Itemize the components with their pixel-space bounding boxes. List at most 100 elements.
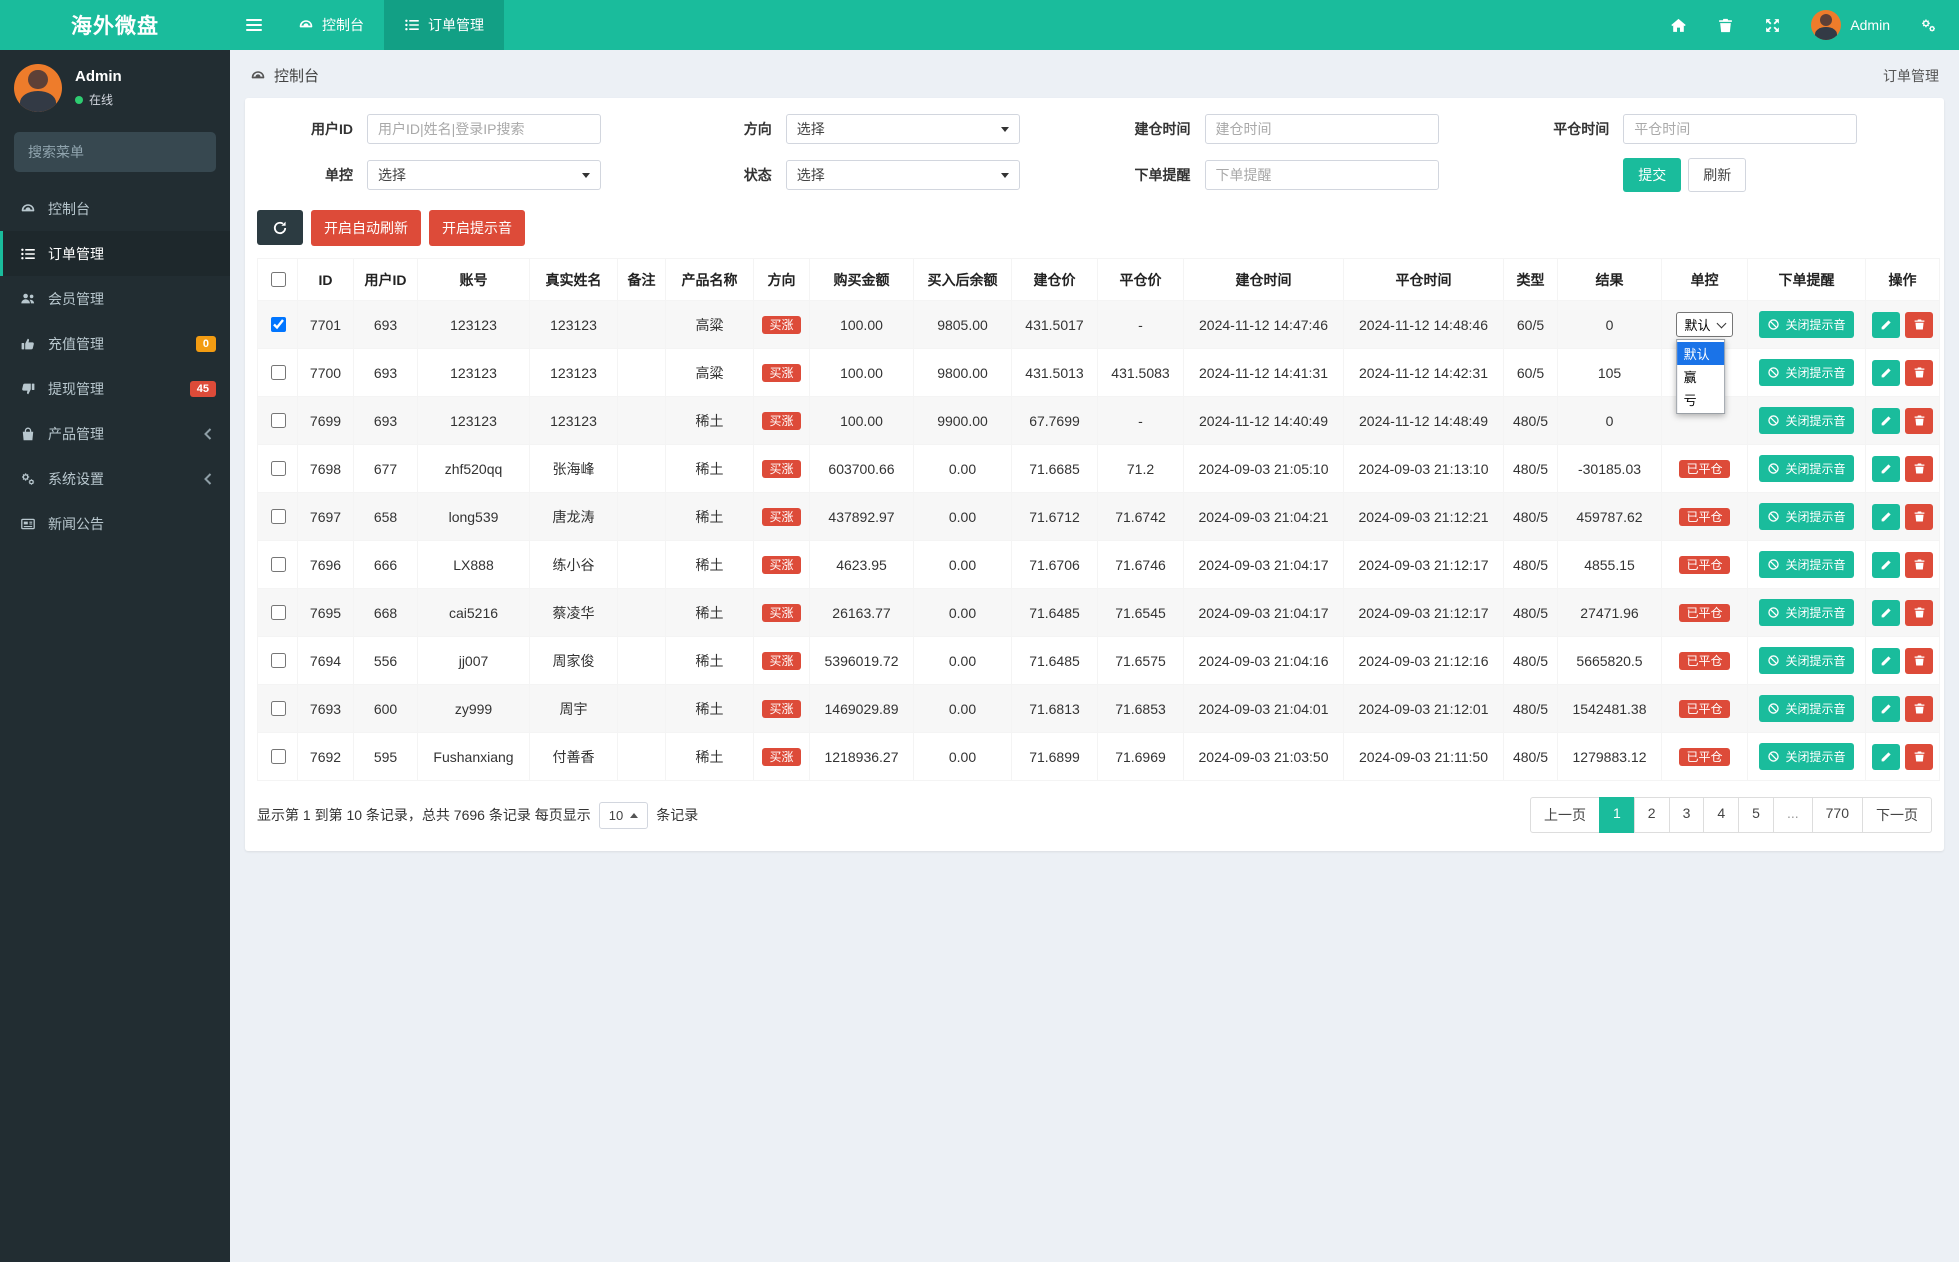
records-summary-suffix: 条记录	[656, 807, 699, 823]
dropdown-option[interactable]: 亏	[1678, 388, 1724, 411]
delete-button[interactable]	[1905, 503, 1933, 530]
tab-dashboard[interactable]: 控制台	[278, 0, 384, 50]
cell-balance: 9805.00	[913, 300, 1012, 349]
settings-gears-icon[interactable]	[1920, 17, 1937, 34]
cell-account: cai5216	[417, 588, 530, 637]
delete-button[interactable]	[1905, 599, 1933, 626]
row-checkbox[interactable]	[270, 317, 286, 332]
sidebar-menu: 控制台 订单管理 会员管理 充值管理 0 提现管理 45 产品管理 系统设置 新闻公告	[0, 186, 230, 546]
user-menu[interactable]: Admin	[1811, 10, 1890, 40]
cell-real-name: 123123	[529, 396, 618, 445]
pagination-next[interactable]: 下一页	[1862, 797, 1932, 833]
row-checkbox[interactable]	[270, 365, 286, 380]
edit-button[interactable]	[1872, 743, 1900, 770]
user-id-label: 用户ID	[311, 121, 353, 137]
auto-refresh-button[interactable]: 开启自动刷新	[311, 210, 421, 246]
edit-button[interactable]	[1872, 455, 1900, 482]
per-page-select[interactable]: 10	[598, 801, 649, 829]
sidebar-item-6[interactable]: 系统设置	[0, 456, 230, 501]
row-checkbox[interactable]	[270, 557, 286, 572]
close-sound-button[interactable]: 关闭提示音	[1759, 599, 1854, 626]
pagination-page-4[interactable]: 4	[1703, 797, 1740, 833]
open-time-input[interactable]	[1204, 114, 1439, 144]
pagination-prev[interactable]: 上一页	[1529, 797, 1600, 833]
close-sound-button[interactable]: 关闭提示音	[1759, 743, 1854, 770]
close-sound-button[interactable]: 关闭提示音	[1759, 695, 1854, 722]
sidebar-toggle-icon[interactable]	[230, 0, 278, 50]
delete-button[interactable]	[1905, 647, 1933, 674]
row-control-select[interactable]: 默认	[1676, 312, 1733, 337]
sound-toggle-button[interactable]: 开启提示音	[429, 210, 525, 246]
pagination-page-770[interactable]: 770	[1811, 797, 1863, 833]
trash-icon[interactable]	[1717, 17, 1734, 34]
sidebar-item-2[interactable]: 会员管理	[0, 276, 230, 321]
edit-button[interactable]	[1872, 551, 1900, 578]
close-sound-button[interactable]: 关闭提示音	[1759, 647, 1854, 674]
sidebar-item-1[interactable]: 订单管理	[0, 231, 230, 276]
pagination-page-2[interactable]: 2	[1633, 797, 1670, 833]
cell-product: 稀土	[665, 492, 754, 541]
order-notice-input[interactable]	[1204, 160, 1439, 190]
close-time-input[interactable]	[1623, 114, 1858, 144]
row-checkbox[interactable]	[270, 509, 286, 524]
pagination-page-3[interactable]: 3	[1668, 797, 1705, 833]
cell-user-id: 668	[353, 588, 418, 637]
direction-select[interactable]: 选择	[785, 114, 1020, 144]
edit-button[interactable]	[1872, 407, 1900, 434]
delete-button[interactable]	[1905, 551, 1933, 578]
brand-logo[interactable]: 海外微盘	[0, 0, 230, 50]
delete-button[interactable]	[1905, 359, 1933, 386]
row-checkbox[interactable]	[270, 653, 286, 668]
sidebar-item-3[interactable]: 充值管理 0	[0, 321, 230, 366]
edit-button[interactable]	[1872, 503, 1900, 530]
dropdown-option[interactable]: 赢	[1678, 365, 1724, 388]
sidebar-item-0[interactable]: 控制台	[0, 186, 230, 231]
cell-balance: 0.00	[913, 732, 1012, 781]
delete-button[interactable]	[1905, 407, 1933, 434]
delete-button[interactable]	[1905, 311, 1933, 338]
caret-down-icon	[582, 172, 590, 178]
pagination-page-1[interactable]: 1	[1598, 797, 1635, 833]
close-sound-button[interactable]: 关闭提示音	[1759, 311, 1854, 338]
close-sound-button[interactable]: 关闭提示音	[1759, 455, 1854, 482]
reload-table-button[interactable]	[257, 210, 303, 245]
select-all-checkbox[interactable]	[270, 272, 286, 287]
dropdown-option[interactable]: 默认	[1677, 342, 1724, 365]
row-checkbox[interactable]	[270, 413, 286, 428]
refresh-button[interactable]: 刷新	[1688, 158, 1747, 192]
delete-button[interactable]	[1905, 455, 1933, 482]
control-select[interactable]: 选择	[367, 160, 601, 190]
sidebar-item-7[interactable]: 新闻公告	[0, 501, 230, 546]
fullscreen-icon[interactable]	[1764, 17, 1781, 34]
ban-icon	[1767, 558, 1780, 571]
cell-id: 7695	[297, 588, 354, 637]
sidebar-item-4[interactable]: 提现管理 45	[0, 366, 230, 411]
edit-button[interactable]	[1872, 647, 1900, 674]
sidebar-item-5[interactable]: 产品管理	[0, 411, 230, 456]
home-icon[interactable]	[1670, 17, 1687, 34]
edit-button[interactable]	[1872, 695, 1900, 722]
close-sound-button[interactable]: 关闭提示音	[1759, 551, 1854, 578]
close-sound-button[interactable]: 关闭提示音	[1759, 407, 1854, 434]
delete-button[interactable]	[1905, 743, 1933, 770]
row-checkbox[interactable]	[270, 749, 286, 764]
close-sound-button[interactable]: 关闭提示音	[1759, 503, 1854, 530]
close-sound-button[interactable]: 关闭提示音	[1759, 359, 1854, 386]
edit-button[interactable]	[1872, 599, 1900, 626]
edit-button[interactable]	[1872, 311, 1900, 338]
row-checkbox[interactable]	[270, 461, 286, 476]
edit-button[interactable]	[1872, 359, 1900, 386]
control-filter-label: 单控	[325, 167, 353, 183]
sidebar-search-input[interactable]	[26, 143, 211, 161]
pagination-page-5[interactable]: 5	[1738, 797, 1774, 833]
row-checkbox[interactable]	[270, 605, 286, 620]
delete-button[interactable]	[1905, 695, 1933, 722]
cell-type: 480/5	[1503, 732, 1558, 781]
breadcrumb[interactable]: 控制台	[250, 65, 319, 86]
row-checkbox[interactable]	[270, 701, 286, 716]
user-id-input[interactable]	[367, 114, 601, 144]
status-select[interactable]: 选择	[785, 160, 1020, 190]
tab-orders[interactable]: 订单管理	[384, 0, 504, 50]
submit-button[interactable]: 提交	[1623, 158, 1682, 192]
list-icon	[404, 17, 420, 33]
